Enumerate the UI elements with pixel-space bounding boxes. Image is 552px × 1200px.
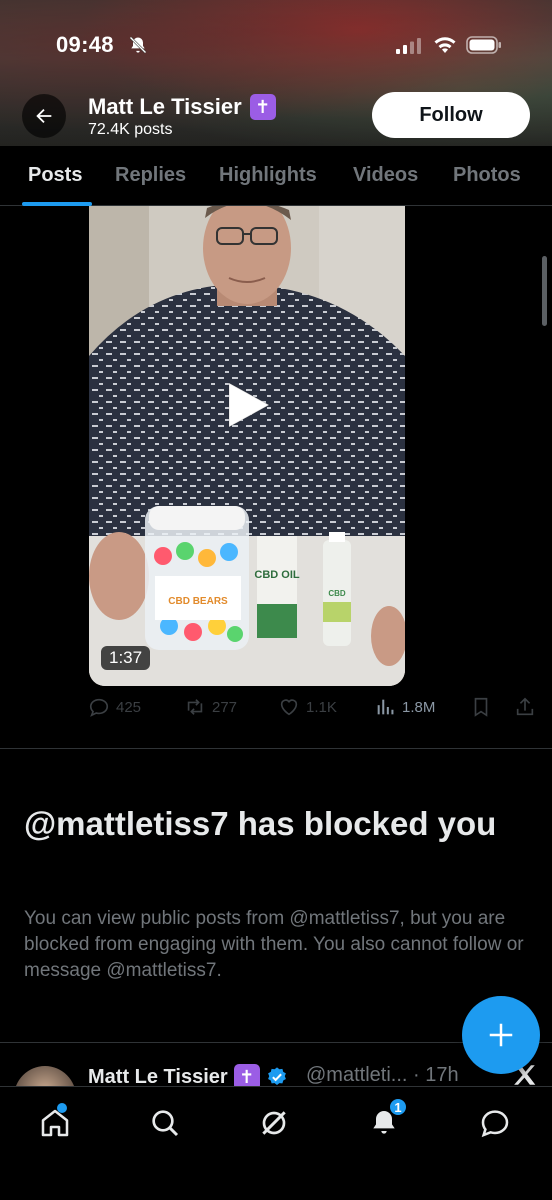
bottom-nav: 1 — [0, 1086, 552, 1200]
tab-replies[interactable]: Replies — [115, 164, 186, 187]
reply-icon — [89, 698, 109, 717]
compose-button[interactable] — [462, 996, 540, 1074]
views-button[interactable]: 1.8M — [374, 696, 435, 718]
bell-off-icon — [129, 36, 147, 54]
nav-notifications[interactable]: 1 — [366, 1097, 408, 1141]
pump-label: CBD — [328, 589, 346, 598]
plus-icon — [489, 1023, 513, 1047]
reply-count: 425 — [116, 698, 142, 716]
bookmark-icon — [474, 697, 488, 717]
home-icon — [41, 1109, 69, 1137]
bookmark-button[interactable] — [470, 696, 492, 718]
share-icon — [516, 697, 534, 716]
blocked-title: @mattletiss7 has blocked you — [24, 805, 497, 842]
grok-icon — [262, 1111, 286, 1135]
scrollbar[interactable] — [542, 256, 547, 326]
repost-icon — [187, 699, 203, 715]
video-frame: CBD BEARS CBD OIL CBD — [89, 206, 405, 686]
box-label: CBD OIL — [254, 569, 300, 581]
profile-header-info: Matt Le Tissier ✝ 72.4K posts — [88, 94, 276, 139]
repost-button[interactable]: 277 — [184, 696, 237, 718]
tab-highlights[interactable]: Highlights — [219, 164, 317, 187]
status-bar: 09:48 — [0, 26, 552, 66]
like-button[interactable]: 1.1K — [278, 696, 337, 718]
avatar[interactable] — [14, 1066, 76, 1086]
back-button[interactable] — [22, 94, 66, 138]
tab-posts[interactable]: Posts — [28, 164, 82, 187]
profile-name: Matt Le Tissier ✝ — [88, 94, 276, 120]
home-unread-dot — [57, 1103, 67, 1113]
nav-grok[interactable] — [256, 1105, 292, 1141]
notifications-badge: 1 — [388, 1097, 408, 1117]
status-time: 09:48 — [56, 32, 114, 57]
nav-search[interactable] — [147, 1105, 183, 1141]
video-player[interactable]: CBD BEARS CBD OIL CBD 1:37 — [89, 206, 405, 686]
cross-icon: ✝ — [249, 94, 276, 120]
tab-indicator — [22, 202, 92, 206]
verified-icon — [267, 1067, 286, 1085]
arrow-left-icon — [36, 108, 52, 124]
blocked-body: You can view public posts from @mattleti… — [24, 908, 524, 981]
nav-home[interactable] — [37, 1103, 73, 1141]
play-icon[interactable] — [225, 380, 271, 430]
reply-button[interactable]: 425 — [88, 696, 141, 718]
next-post-author-name: Matt Le Tissier — [88, 1065, 228, 1087]
views-count: 1.8M — [402, 698, 436, 716]
share-button[interactable] — [514, 696, 536, 718]
wifi-icon — [434, 37, 456, 53]
next-post-handle-time: @mattleti... · 17h — [306, 1064, 459, 1086]
chat-bubble-icon — [481, 1110, 509, 1138]
battery-icon — [466, 36, 501, 54]
video-duration: 1:37 — [101, 646, 151, 670]
nav-messages[interactable] — [477, 1105, 513, 1141]
profile-tabs: Posts Replies Highlights Videos Photos — [0, 146, 552, 206]
cross-icon: ✝ — [233, 1064, 260, 1086]
profile-name-text: Matt Le Tissier — [88, 94, 242, 119]
post-count: 72.4K posts — [88, 121, 173, 138]
follow-button[interactable]: Follow — [372, 92, 530, 138]
repost-count: 277 — [212, 698, 238, 716]
search-icon — [152, 1110, 179, 1137]
next-post-author[interactable]: Matt Le Tissier ✝ — [88, 1064, 288, 1086]
divider — [0, 748, 552, 749]
jar-label: CBD BEARS — [168, 596, 228, 607]
tab-photos[interactable]: Photos — [453, 164, 521, 187]
views-chart-icon — [377, 699, 394, 715]
like-count: 1.1K — [306, 698, 337, 716]
heart-icon — [280, 699, 298, 716]
tab-videos[interactable]: Videos — [353, 164, 418, 187]
signal-icon — [396, 38, 421, 54]
post-actions: 425 277 1.1K 1.8M — [88, 696, 548, 726]
